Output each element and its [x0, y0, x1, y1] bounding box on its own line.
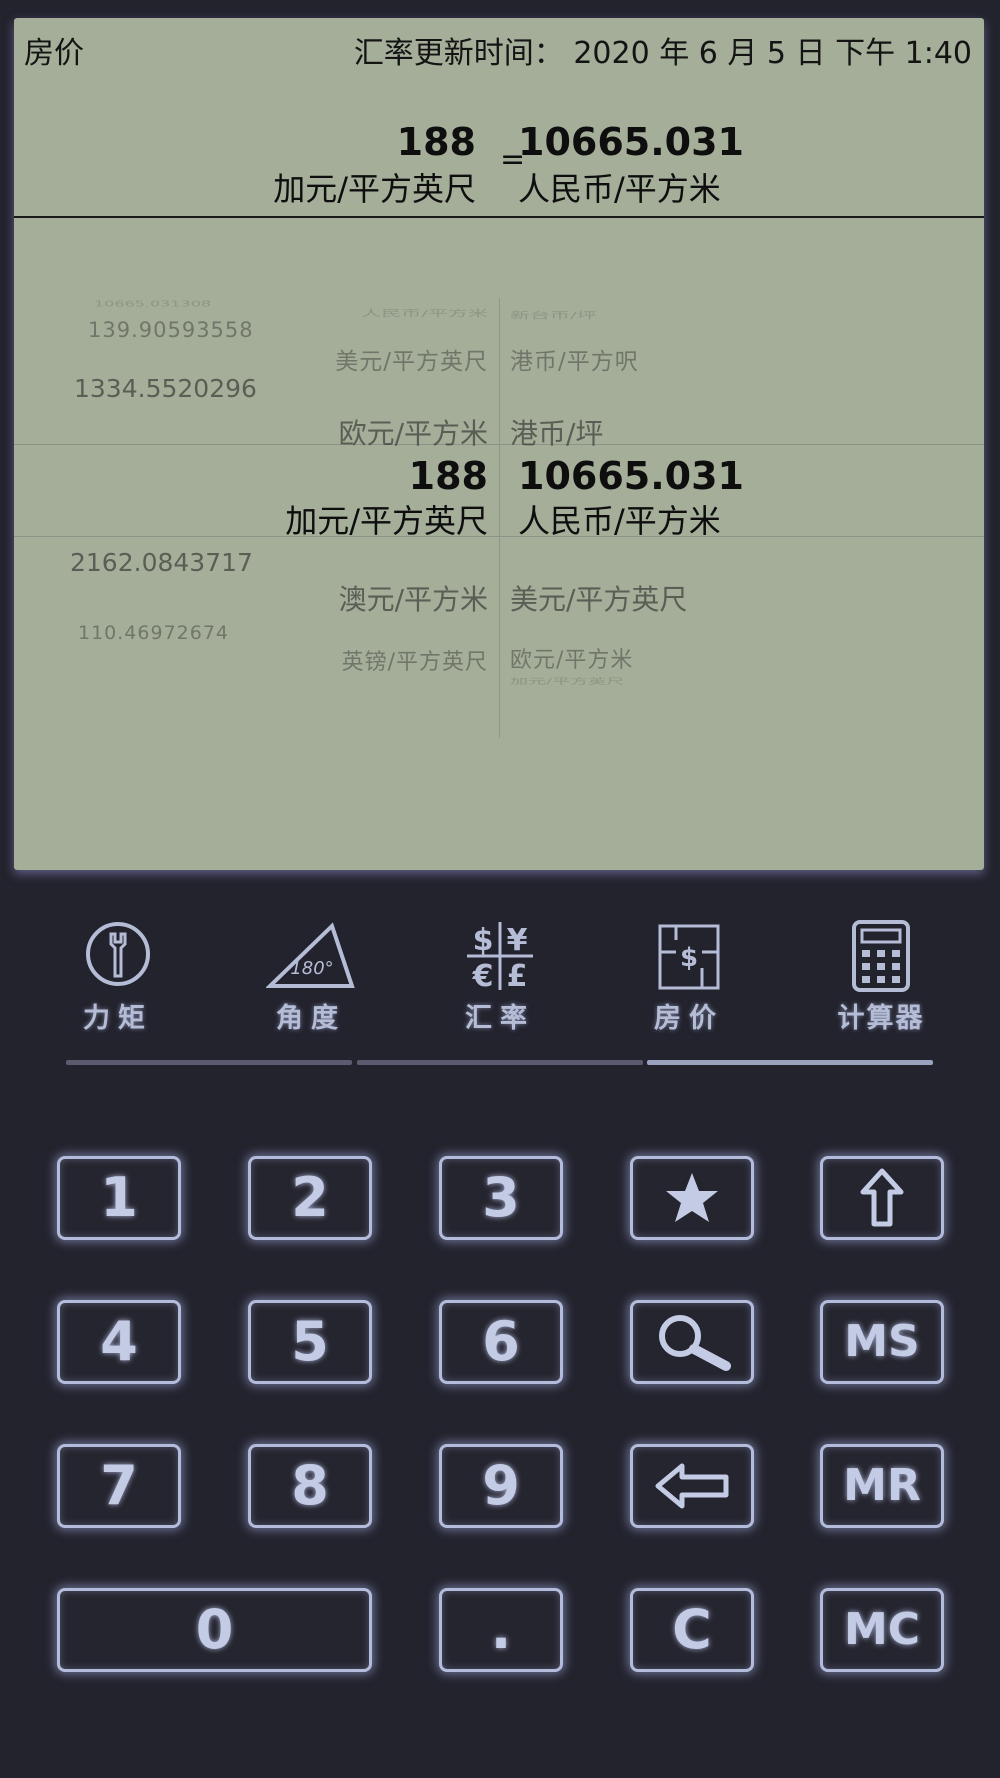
mode-label: 计算器	[837, 1003, 925, 1034]
magnifier-icon	[659, 1315, 731, 1371]
euro-glyph: €	[472, 959, 494, 992]
picker-left-value: 1334.5520296	[74, 374, 257, 403]
rate-update-time: 汇率更新时间： 2020 年 6 月 5 日 下午 1:40	[353, 36, 972, 71]
picker-column-divider	[499, 298, 500, 738]
mode-house-price-button[interactable]: $ 房价	[634, 920, 744, 1034]
picker-right-unit-selected[interactable]: 人民币/平方米	[518, 496, 721, 542]
key-decimal[interactable]: .	[439, 1588, 563, 1672]
left-arrow-icon	[655, 1463, 729, 1509]
angle-icon-text: 180°	[290, 958, 333, 979]
memory-recall-button[interactable]: MR	[820, 1444, 944, 1528]
picker-left-unit-selected[interactable]: 加元/平方英尺	[285, 496, 488, 542]
picker-selection-top	[14, 444, 984, 445]
mode-title: 房价	[24, 36, 84, 71]
picker-left-value: 139.90593558	[88, 318, 254, 342]
mode-tab-indicator	[66, 1060, 352, 1065]
memory-store-button[interactable]: MS	[820, 1300, 944, 1384]
picker-left-unit[interactable]: 美元/平方英尺	[335, 342, 488, 376]
mode-label: 角度	[276, 1003, 346, 1034]
mode-tab-indicator-active	[647, 1060, 933, 1065]
picker-right-unit[interactable]: 港币/平方呎	[510, 342, 639, 376]
picker-left-unit[interactable]: 英镑/平方英尺	[342, 644, 488, 676]
backspace-button[interactable]	[630, 1444, 754, 1528]
mode-angle-button[interactable]: 180° 角度	[256, 920, 366, 1034]
result-from-value: 188	[396, 120, 476, 164]
picker-selection-bottom	[14, 536, 984, 537]
picker-left-value-selected: 188	[408, 454, 488, 498]
clear-button[interactable]: C	[630, 1588, 754, 1672]
mode-calculator-button[interactable]: 计算器	[826, 920, 936, 1034]
key-0[interactable]: 0	[57, 1588, 372, 1672]
result-from-unit: 加元/平方英尺	[273, 170, 476, 208]
pound-glyph: £	[507, 959, 528, 992]
key-7[interactable]: 7	[57, 1444, 181, 1528]
up-arrow-icon	[860, 1168, 904, 1227]
picker-right-unit[interactable]: 港币/坪	[510, 412, 603, 452]
picker-left-value: 10665.031308	[94, 298, 212, 309]
result-to-value: 10665.031	[518, 120, 744, 164]
key-8[interactable]: 8	[248, 1444, 372, 1528]
picker-right-unit[interactable]: 新台币/坪	[510, 308, 597, 321]
picker-left-unit[interactable]: 人民币/平方米	[361, 306, 488, 319]
house-dollar-glyph: $	[680, 943, 698, 973]
shift-button[interactable]	[820, 1156, 944, 1240]
calculator-icon	[852, 920, 910, 992]
mode-torque-button[interactable]: 力矩	[63, 920, 173, 1034]
mode-label: 房价	[654, 1003, 724, 1034]
picker-left-unit[interactable]: 欧元/平方米	[339, 412, 488, 452]
triangle-angle-icon: 180°	[266, 922, 355, 988]
result-to-unit: 人民币/平方米	[518, 170, 721, 208]
mode-label: 汇率	[465, 1003, 535, 1034]
favorite-button[interactable]	[630, 1156, 754, 1240]
mode-currency-button[interactable]: $ ¥ € £ 汇率	[445, 920, 555, 1034]
key-9[interactable]: 9	[439, 1444, 563, 1528]
picker-right-value-selected: 10665.031	[518, 454, 744, 498]
wrench-icon	[86, 922, 150, 986]
house-price-icon: $	[658, 924, 720, 990]
picker-right-unit[interactable]: 美元/平方英尺	[510, 578, 687, 618]
key-3[interactable]: 3	[439, 1156, 563, 1240]
key-6[interactable]: 6	[439, 1300, 563, 1384]
search-button[interactable]	[630, 1300, 754, 1384]
display-panel: 房价 汇率更新时间： 2020 年 6 月 5 日 下午 1:40 188 加元…	[14, 18, 984, 870]
unit-picker[interactable]: 10665.031308 人民币/平方米 139.90593558 美元/平方英…	[14, 218, 984, 870]
key-4[interactable]: 4	[57, 1300, 181, 1384]
picker-left-unit[interactable]: 澳元/平方米	[339, 578, 488, 618]
key-1[interactable]: 1	[57, 1156, 181, 1240]
key-5[interactable]: 5	[248, 1300, 372, 1384]
star-icon	[666, 1173, 718, 1222]
memory-clear-button[interactable]: MC	[820, 1588, 944, 1672]
key-2[interactable]: 2	[248, 1156, 372, 1240]
conversion-result: 188 加元/平方英尺 = 10665.031 人民币/平方米	[14, 98, 984, 208]
picker-left-value: 2162.0843717	[70, 548, 253, 577]
picker-right-unit[interactable]: 欧元/平方米	[510, 642, 633, 674]
dollar-glyph: $	[473, 923, 494, 958]
picker-left-value: 110.46972674	[78, 622, 230, 644]
currency-icon: $ ¥ € £	[467, 922, 533, 992]
yen-glyph: ¥	[507, 923, 528, 958]
display-header: 房价 汇率更新时间： 2020 年 6 月 5 日 下午 1:40	[14, 18, 984, 71]
picker-right-unit[interactable]: 加元/平方英尺	[510, 675, 624, 687]
mode-label: 力矩	[83, 1003, 153, 1034]
mode-tab-indicator	[357, 1060, 643, 1065]
